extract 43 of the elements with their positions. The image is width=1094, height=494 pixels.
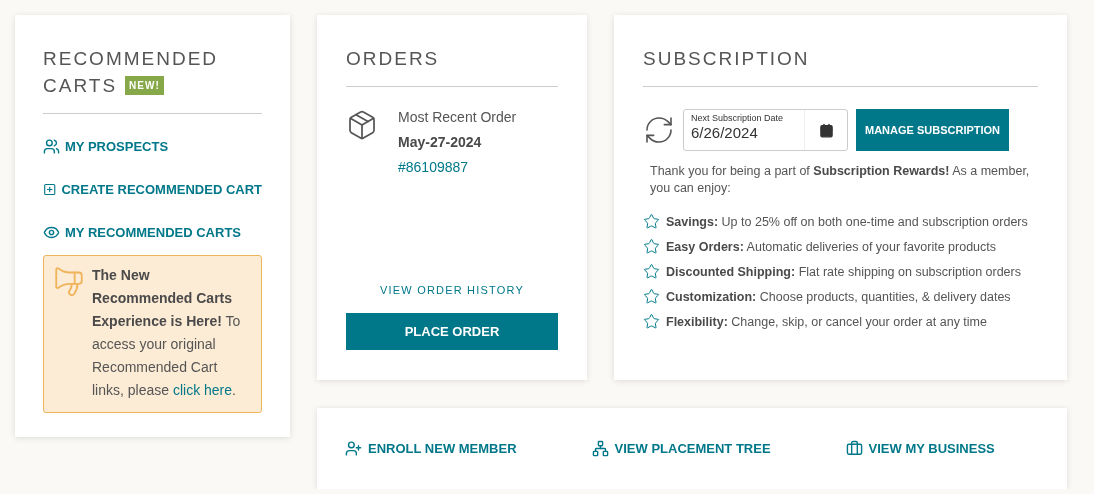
benefit-text: Discounted Shipping: Flat rate shipping on subscription orders [666, 264, 1021, 279]
order-date: May-27-2024 [398, 134, 483, 150]
quick-link[interactable]: VIEW PLACEMENT TREE [591, 440, 771, 457]
briefcase-icon [845, 440, 863, 457]
plus-square-icon [43, 181, 57, 198]
notice-text: The New Recommended Carts Experience is Here! To access your original Recommended Cart links, please click here. [92, 266, 242, 400]
benefit-text: Customization: Choose products, quantities, & delivery dates [666, 289, 1011, 304]
star-icon [643, 313, 660, 330]
network-icon [591, 440, 609, 457]
eye-icon [43, 224, 60, 241]
order-caption: Most Recent Order [398, 109, 517, 125]
card-title: SUBSCRIPTION [643, 47, 811, 71]
star-icon [643, 288, 660, 305]
order-history-link[interactable]: VIEW ORDER HISTORY [346, 284, 558, 296]
quick-link[interactable]: VIEW MY BUSINESS [845, 440, 995, 457]
people-icon [43, 138, 60, 155]
megaphone-icon [52, 264, 86, 298]
field-label: Next Subscription Date [691, 113, 785, 123]
field-value: 6/26/2024 [691, 124, 759, 141]
star-icon [643, 238, 660, 255]
place-order-button[interactable]: PLACE ORDER [346, 313, 558, 350]
card-title: RECOMMENDED [43, 47, 219, 71]
nav-link[interactable]: MY RECOMMENDED CARTS [43, 224, 262, 241]
card-title: CARTS [43, 74, 118, 98]
card-title: ORDERS [346, 47, 441, 71]
manage-subscription-button[interactable]: MANAGE SUBSCRIPTION [856, 109, 1010, 151]
new-badge: NEW! [125, 76, 164, 95]
benefit-text: Easy Orders: Automatic deliveries of your favorite products [666, 239, 997, 254]
click-here-link[interactable]: click here [172, 382, 233, 398]
benefit-text: Flexibility: Change, skip, or cancel your order at any time [666, 314, 987, 329]
nav-link[interactable]: MY PROSPECTS [43, 138, 262, 155]
date-field[interactable]: Next Subscription Date 6/26/2024 [683, 109, 848, 151]
recurring-icon [643, 114, 675, 146]
star-icon [643, 263, 660, 280]
benefit-text: Savings: Up to 25% off on both one-time and subscription orders [666, 214, 1028, 229]
star-icon [643, 213, 660, 230]
box-icon [346, 109, 378, 141]
user-plus-icon [345, 440, 362, 457]
nav-link[interactable]: CREATE RECOMMENDED CART [43, 181, 262, 198]
quick-link[interactable]: ENROLL NEW MEMBER [345, 440, 517, 457]
order-number: #86109887 [398, 159, 470, 175]
intro-text: Thank you for being a part of Subscription Rewards! As a member, you can enjoy: [650, 163, 1031, 197]
calendar-icon[interactable] [818, 122, 834, 138]
